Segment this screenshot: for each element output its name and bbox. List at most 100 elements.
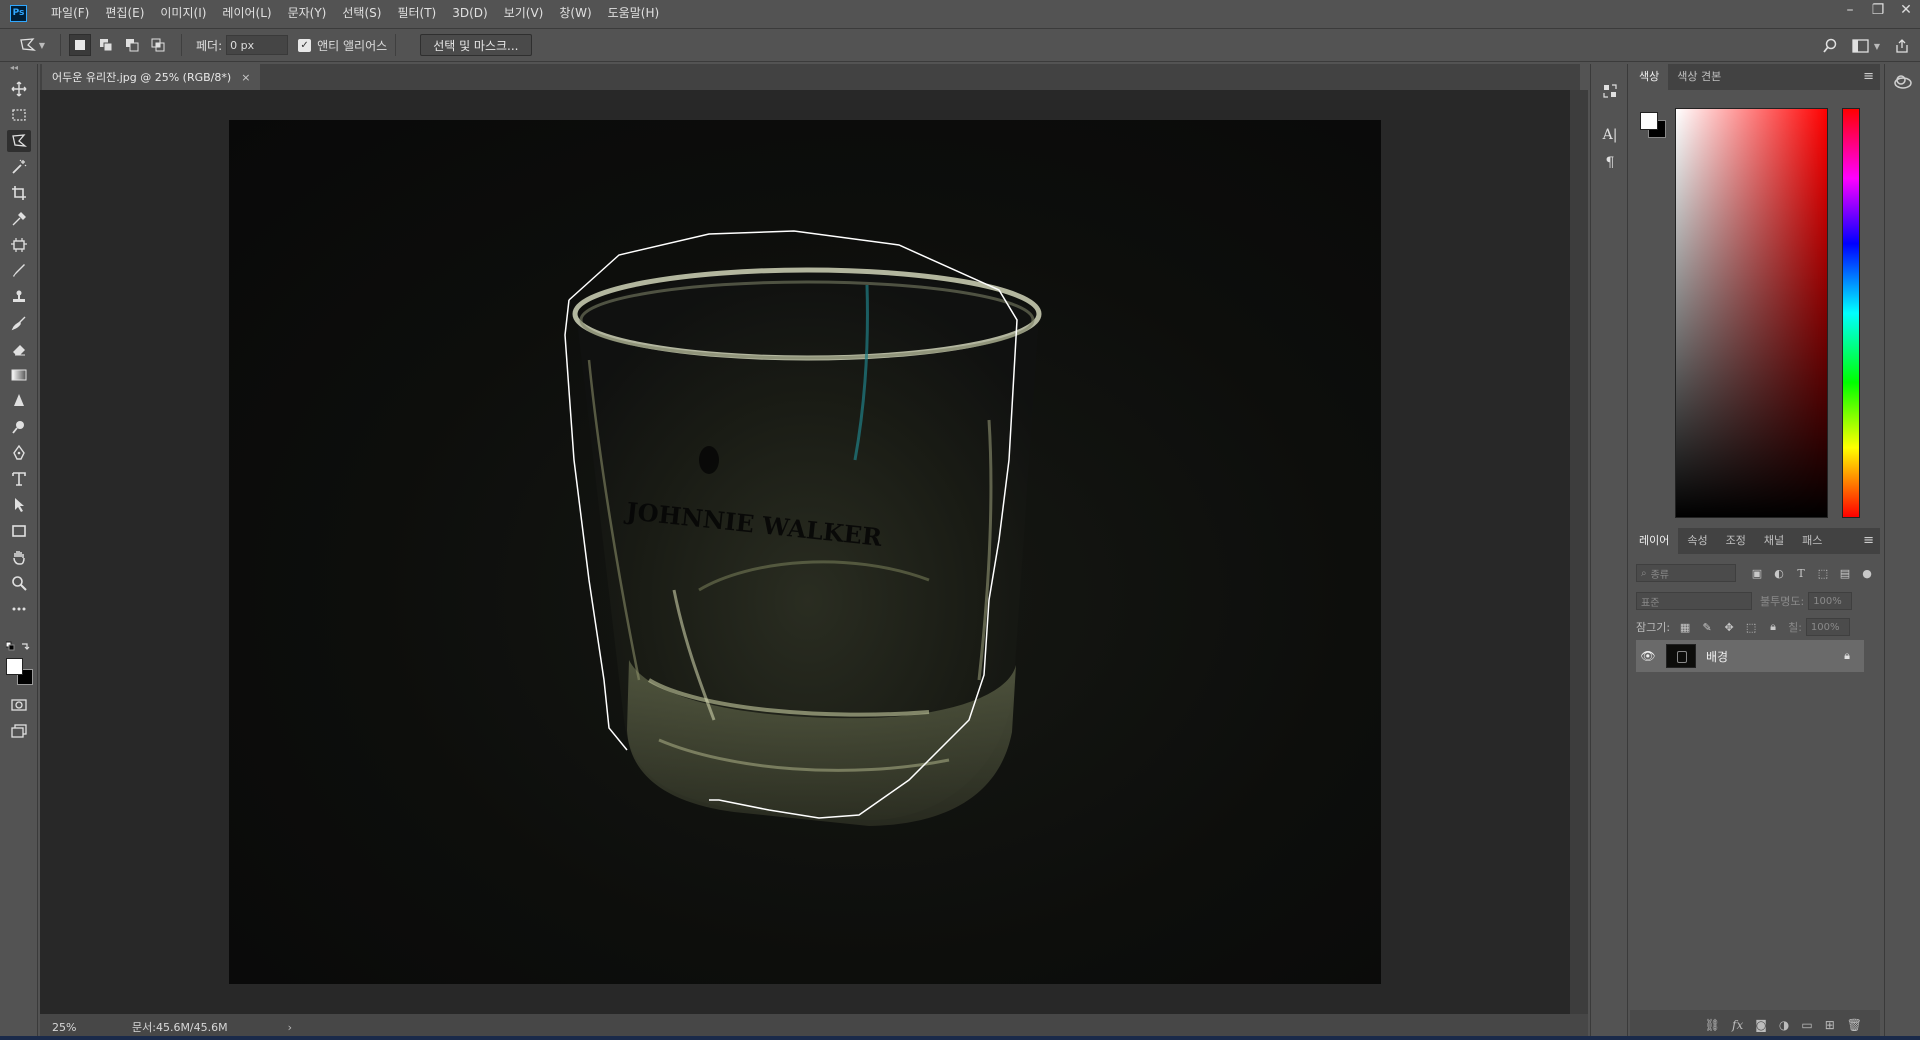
menu-select[interactable]: 선택(S) — [334, 0, 389, 26]
filter-adjustment-icon[interactable]: ◐ — [1772, 566, 1786, 580]
blur-tool[interactable] — [7, 390, 31, 412]
lock-all-icon[interactable]: 🔒︎ — [1766, 620, 1780, 634]
new-layer-icon[interactable]: ⊞ — [1825, 1018, 1835, 1032]
zoom-tool[interactable] — [7, 572, 31, 594]
tab-channels[interactable]: 채널 — [1755, 528, 1793, 554]
path-selection-tool[interactable] — [7, 494, 31, 516]
paragraph-panel-button[interactable]: ¶ — [1598, 152, 1622, 174]
eraser-tool[interactable] — [7, 338, 31, 360]
frame-tool[interactable] — [7, 234, 31, 256]
layer-item[interactable]: 👁︎ 배경 🔒︎ — [1636, 640, 1864, 672]
lock-image-icon[interactable]: ✎ — [1700, 620, 1714, 634]
layer-style-fx-icon[interactable]: fx — [1732, 1018, 1743, 1032]
color-swatches[interactable] — [6, 658, 34, 686]
zoom-level[interactable]: 25% — [52, 1021, 122, 1034]
document-tab[interactable]: 어두운 유리잔.jpg @ 25% (RGB/8*) × — [42, 64, 261, 90]
layer-filter-kind[interactable]: ⌕ 종류 — [1636, 564, 1736, 582]
lock-position-icon[interactable]: ✥ — [1722, 620, 1736, 634]
document-canvas[interactable]: JOHNNIE WALKER — [229, 120, 1381, 984]
close-tab-icon[interactable]: × — [241, 71, 250, 84]
tab-paths[interactable]: 패스 — [1793, 528, 1831, 554]
hue-slider[interactable] — [1842, 108, 1860, 518]
magic-wand-tool[interactable] — [7, 156, 31, 178]
type-tool[interactable] — [7, 468, 31, 490]
new-group-icon[interactable]: ▭ — [1801, 1018, 1812, 1032]
eyedropper-tool[interactable] — [7, 208, 31, 230]
minimize-button[interactable]: – — [1836, 0, 1864, 20]
lock-artboard-icon[interactable]: ⬚ — [1744, 620, 1758, 634]
marquee-tool[interactable] — [7, 104, 31, 126]
antialias-option[interactable]: ✓ 앤티 앨리어스 — [298, 37, 387, 54]
status-menu-arrow-icon[interactable]: › — [288, 1021, 292, 1034]
swap-colors[interactable] — [5, 640, 32, 652]
menu-layer[interactable]: 레이어(L) — [214, 0, 279, 26]
menu-window[interactable]: 창(W) — [551, 0, 599, 26]
tool-preset-picker[interactable]: ▼ — [12, 32, 52, 58]
menu-help[interactable]: 도움말(H) — [600, 0, 668, 26]
tab-color[interactable]: 색상 — [1630, 64, 1669, 90]
filter-shape-icon[interactable]: ⬚ — [1816, 566, 1830, 580]
foreground-color-swatch[interactable] — [6, 658, 23, 675]
new-selection-button[interactable] — [69, 34, 91, 56]
subtract-selection-button[interactable] — [121, 34, 143, 56]
rectangle-tool[interactable] — [7, 520, 31, 542]
vertical-scrollbar[interactable] — [1570, 90, 1588, 1014]
tab-properties[interactable]: 속성 — [1678, 528, 1716, 554]
creative-cloud-libraries-button[interactable] — [1893, 74, 1913, 93]
menu-3d[interactable]: 3D(D) — [444, 0, 495, 26]
restore-button[interactable]: ❐ — [1864, 0, 1892, 20]
antialias-checkbox[interactable]: ✓ — [298, 38, 312, 52]
layer-name[interactable]: 배경 — [1706, 648, 1728, 665]
pen-tool[interactable] — [7, 442, 31, 464]
history-brush-tool[interactable] — [7, 312, 31, 334]
brush-tool[interactable] — [7, 260, 31, 282]
menu-file[interactable]: 파일(F) — [43, 0, 97, 26]
add-selection-button[interactable] — [95, 34, 117, 56]
intersect-selection-button[interactable] — [147, 34, 169, 56]
canvas-area[interactable]: JOHNNIE WALKER — [40, 90, 1570, 1014]
tab-swatches[interactable]: 색상 견본 — [1668, 64, 1730, 90]
crop-tool[interactable] — [7, 182, 31, 204]
character-panel-button[interactable]: A| — [1598, 124, 1622, 146]
history-panel-button[interactable] — [1598, 80, 1622, 102]
close-window-button[interactable]: ✕ — [1892, 0, 1920, 20]
feather-input[interactable] — [226, 35, 289, 55]
opacity-input[interactable]: 100% — [1808, 592, 1853, 610]
filter-type-icon[interactable]: T — [1794, 566, 1808, 580]
foreground-color-swatch[interactable] — [1640, 112, 1658, 130]
menu-filter[interactable]: 필터(T) — [389, 0, 444, 26]
quick-mask-button[interactable] — [7, 694, 31, 716]
panel-grip-icon[interactable]: ◂◂ — [0, 64, 37, 72]
hand-tool[interactable] — [7, 546, 31, 568]
link-layers-icon[interactable]: ⛓︎ — [1705, 1018, 1720, 1032]
menu-view[interactable]: 보기(V) — [496, 0, 552, 26]
polygonal-lasso-tool[interactable] — [7, 130, 31, 152]
search-icon[interactable] — [1822, 38, 1838, 54]
visibility-eye-icon[interactable]: 👁︎ — [1636, 649, 1660, 663]
adjustment-layer-icon[interactable]: ◑ — [1779, 1018, 1789, 1032]
menu-type[interactable]: 문자(Y) — [280, 0, 335, 26]
select-and-mask-button[interactable]: 선택 및 마스크... — [420, 34, 532, 56]
menu-edit[interactable]: 편집(E) — [97, 0, 152, 26]
move-tool[interactable] — [7, 78, 31, 100]
panel-menu-icon[interactable]: ≡ — [1863, 528, 1874, 554]
fill-input[interactable]: 100% — [1805, 618, 1850, 636]
add-mask-icon[interactable]: ◙ — [1755, 1018, 1767, 1032]
gradient-tool[interactable] — [7, 364, 31, 386]
share-icon[interactable] — [1894, 38, 1910, 54]
tab-layers[interactable]: 레이어 — [1630, 528, 1679, 554]
workspace-switcher[interactable]: ▼ — [1852, 39, 1880, 53]
stamp-tool[interactable] — [7, 286, 31, 308]
filter-smart-object-icon[interactable]: ▤ — [1838, 566, 1852, 580]
tab-adjustments[interactable]: 조정 — [1717, 528, 1755, 554]
blend-mode-select[interactable]: 표준 — [1636, 592, 1752, 610]
panel-menu-icon[interactable]: ≡ — [1863, 64, 1874, 90]
filter-pixel-icon[interactable]: ▣ — [1750, 566, 1764, 580]
dodge-tool[interactable] — [7, 416, 31, 438]
lock-transparent-icon[interactable]: ▦ — [1678, 620, 1692, 634]
delete-layer-icon[interactable]: 🗑︎ — [1847, 1018, 1862, 1032]
color-picker-field[interactable] — [1675, 108, 1828, 518]
filter-toggle-icon[interactable]: ● — [1860, 566, 1874, 580]
more-tools[interactable] — [7, 598, 31, 620]
screen-mode-button[interactable] — [7, 720, 31, 742]
